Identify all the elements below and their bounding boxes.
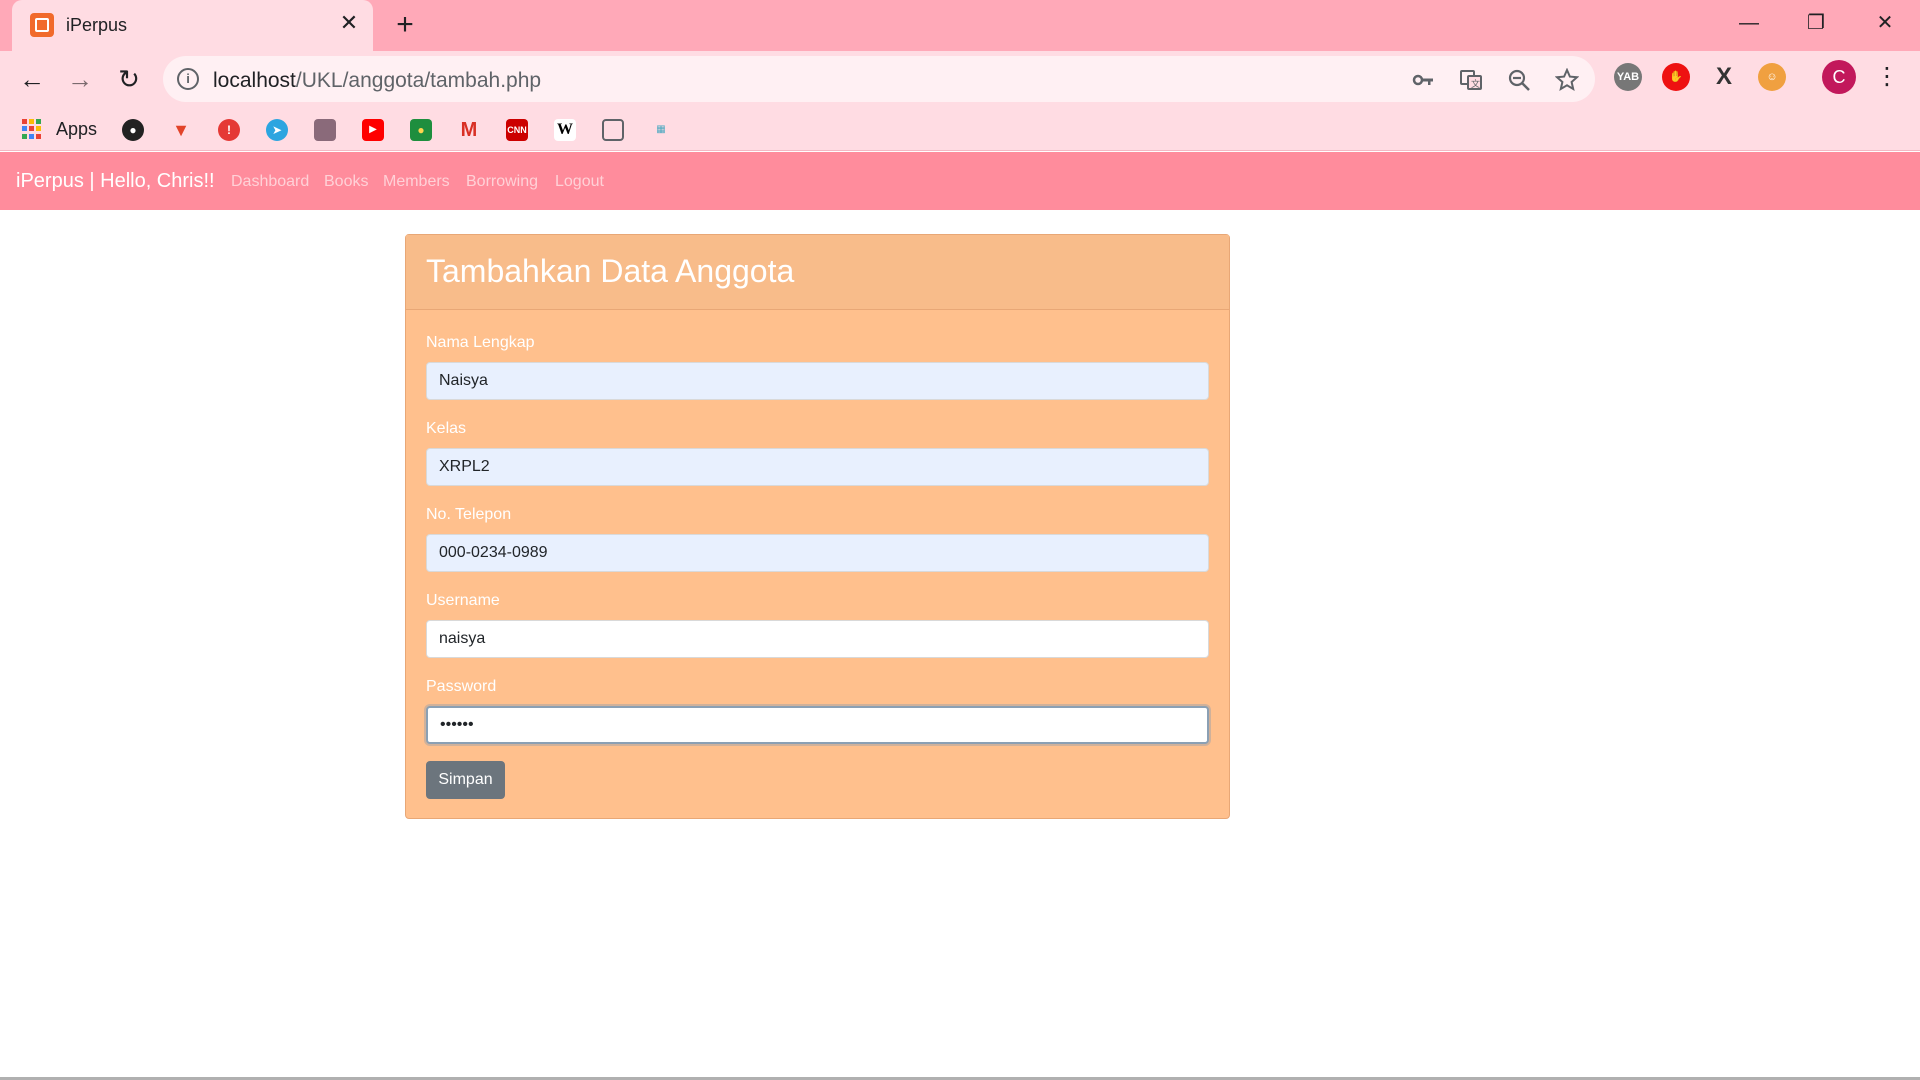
address-bar[interactable]: i localhost/UKL/anggota/tambah.php 文 xyxy=(163,56,1595,102)
gitlab-icon[interactable]: ▼ xyxy=(170,119,192,141)
site-navbar: iPerpus | Hello, Chris!! Dashboard Books… xyxy=(0,152,1920,210)
site-info-icon[interactable]: i xyxy=(177,68,199,90)
username-label: Username xyxy=(426,592,500,609)
close-tab-icon[interactable]: ✕ xyxy=(337,11,361,35)
card-header: Tambahkan Data Anggota xyxy=(406,235,1229,310)
wikipedia-icon[interactable]: W xyxy=(554,119,576,141)
browser-menu-icon[interactable]: ⋮ xyxy=(1875,61,1899,93)
close-window-button[interactable]: ✕ xyxy=(1860,8,1910,38)
profile-avatar[interactable]: C xyxy=(1822,60,1856,94)
url-path: /UKL/anggota/tambah.php xyxy=(295,69,542,92)
key-icon[interactable] xyxy=(1411,68,1435,92)
save-button[interactable]: Simpan xyxy=(426,761,505,799)
class-label: Kelas xyxy=(426,420,467,437)
new-tab-button[interactable]: + xyxy=(390,10,420,40)
github-icon[interactable]: ● xyxy=(122,119,144,141)
nav-link-logout[interactable]: Logout xyxy=(555,173,604,191)
restore-window-button[interactable]: ❐ xyxy=(1791,8,1841,38)
face-extension-icon[interactable]: ☺ xyxy=(1758,63,1786,91)
yab-extension-icon[interactable]: YAB xyxy=(1614,63,1642,91)
classroom-icon[interactable]: ● xyxy=(410,119,432,141)
nav-link-members[interactable]: Members xyxy=(383,173,450,191)
youtube-icon[interactable]: ▶ xyxy=(362,119,384,141)
add-member-card: Tambahkan Data Anggota Nama Lengkap Kela… xyxy=(405,234,1230,819)
telegram-icon[interactable]: ➤ xyxy=(266,119,288,141)
username-input[interactable] xyxy=(426,620,1209,658)
reload-button[interactable]: ↻ xyxy=(113,63,145,95)
browser-toolbar: ← → ↻ i localhost/UKL/anggota/tambah.php… xyxy=(0,51,1920,107)
minimize-window-button[interactable]: — xyxy=(1724,8,1774,38)
full-name-label: Nama Lengkap xyxy=(426,334,535,351)
nav-link-borrowing[interactable]: Borrowing xyxy=(466,173,538,191)
apps-label: Apps xyxy=(56,119,98,139)
class-input[interactable] xyxy=(426,448,1209,486)
forward-button[interactable]: → xyxy=(64,63,96,95)
bookmark-star-icon[interactable] xyxy=(1554,67,1580,92)
nav-link-books[interactable]: Books xyxy=(324,173,368,191)
password-input[interactable] xyxy=(426,706,1209,744)
url-host: localhost xyxy=(213,69,296,92)
stop-extension-icon[interactable]: ✋ xyxy=(1662,63,1690,91)
tab-title: iPerpus xyxy=(66,15,128,35)
x-extension-icon[interactable]: X xyxy=(1710,63,1738,91)
image-icon[interactable] xyxy=(314,119,336,141)
apps-grid-icon xyxy=(22,119,42,139)
password-label: Password xyxy=(426,678,497,695)
browser-tab[interactable]: iPerpus ✕ xyxy=(12,0,373,51)
back-button[interactable]: ← xyxy=(16,63,48,95)
svg-text:文: 文 xyxy=(1471,78,1480,90)
translate-icon[interactable]: 文 xyxy=(1459,68,1483,92)
cnn-icon[interactable]: CNN xyxy=(506,119,528,141)
alert-icon[interactable]: ! xyxy=(218,119,240,141)
tools-icon[interactable]: ▦ xyxy=(650,119,672,141)
zoom-out-icon[interactable] xyxy=(1507,68,1531,92)
page-title: Tambahkan Data Anggota xyxy=(426,253,795,289)
phone-label: No. Telepon xyxy=(426,506,512,523)
address-url[interactable]: localhost/UKL/anggota/tambah.php xyxy=(213,69,541,93)
phone-input[interactable] xyxy=(426,534,1209,572)
browser-tab-strip: iPerpus ✕ + — ❐ ✕ xyxy=(0,0,1920,51)
navbar-brand[interactable]: iPerpus | Hello, Chris!! xyxy=(16,170,215,193)
reader-icon[interactable] xyxy=(602,119,624,141)
full-name-input[interactable] xyxy=(426,362,1209,400)
xampp-favicon-icon xyxy=(30,13,54,37)
nav-link-dashboard[interactable]: Dashboard xyxy=(231,173,309,191)
gmail-icon[interactable]: M xyxy=(458,119,480,141)
bookmarks-bar: Apps ● ▼ ! ➤ ▶ ● M CNN W ▦ xyxy=(0,107,1920,151)
